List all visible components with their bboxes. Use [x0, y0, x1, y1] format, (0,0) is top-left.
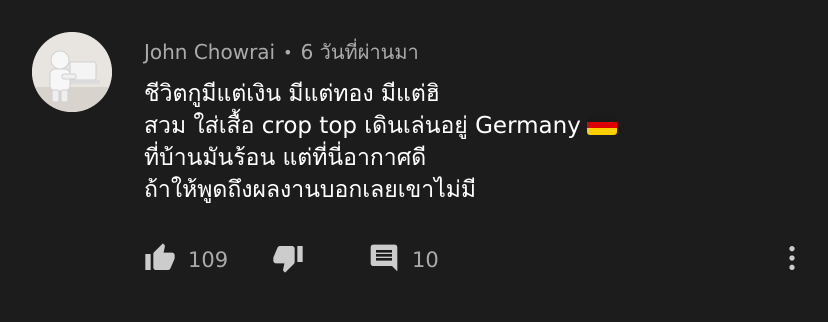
comment-line-text: สวม ใส่เสื้อ crop top เดินเล่นอยู่ Germa…: [144, 113, 581, 139]
more-options-button[interactable]: [776, 240, 808, 280]
like-count: 109: [188, 248, 229, 272]
meta-separator: •: [283, 42, 293, 62]
comment-line: สวม ใส่เสื้อ crop top เดินเล่นอยู่ Germa…: [144, 110, 804, 142]
author-name[interactable]: John Chowrai: [144, 40, 275, 64]
comment-line-text: ถ้าให้พูดถึงผลงานบอกเลยเขาไม่มี: [144, 177, 477, 203]
comment-meta: John Chowrai • 6 วันที่ผ่านมา: [144, 36, 419, 68]
comment-icon: [368, 242, 400, 278]
comment-line-text: ชีวิตกูมีแต่เงิน มีแต่ทอง มีแต่ฮิ: [144, 81, 440, 107]
comment-line: ที่บ้านมันร้อน แต่ที่นี่อากาศดี: [144, 142, 804, 174]
comment-text: ชีวิตกูมีแต่เงิน มีแต่ทอง มีแต่ฮิ สวม ใส…: [144, 78, 804, 206]
thumbs-down-icon: [272, 242, 304, 278]
like-button[interactable]: 109: [144, 240, 228, 280]
more-vertical-icon: [776, 242, 808, 278]
dislike-button[interactable]: [272, 240, 304, 280]
reply-button[interactable]: 10: [368, 240, 439, 280]
reply-count: 10: [412, 248, 439, 272]
comment: John Chowrai • 6 วันที่ผ่านมา ชีวิตกูมีแ…: [0, 0, 828, 322]
thumbs-up-icon: [144, 242, 176, 278]
comment-actions: 109 10: [0, 240, 828, 280]
germany-flag-icon: [586, 115, 617, 135]
comment-line-text: ที่บ้านมันร้อน แต่ที่นี่อากาศดี: [144, 145, 427, 171]
comment-line: ถ้าให้พูดถึงผลงานบอกเลยเขาไม่มี: [144, 174, 804, 206]
avatar-image: [32, 32, 112, 112]
comment-line: ชีวิตกูมีแต่เงิน มีแต่ทอง มีแต่ฮิ: [144, 78, 804, 110]
comment-time[interactable]: 6 วันที่ผ่านมา: [301, 36, 419, 68]
avatar[interactable]: [32, 32, 112, 112]
